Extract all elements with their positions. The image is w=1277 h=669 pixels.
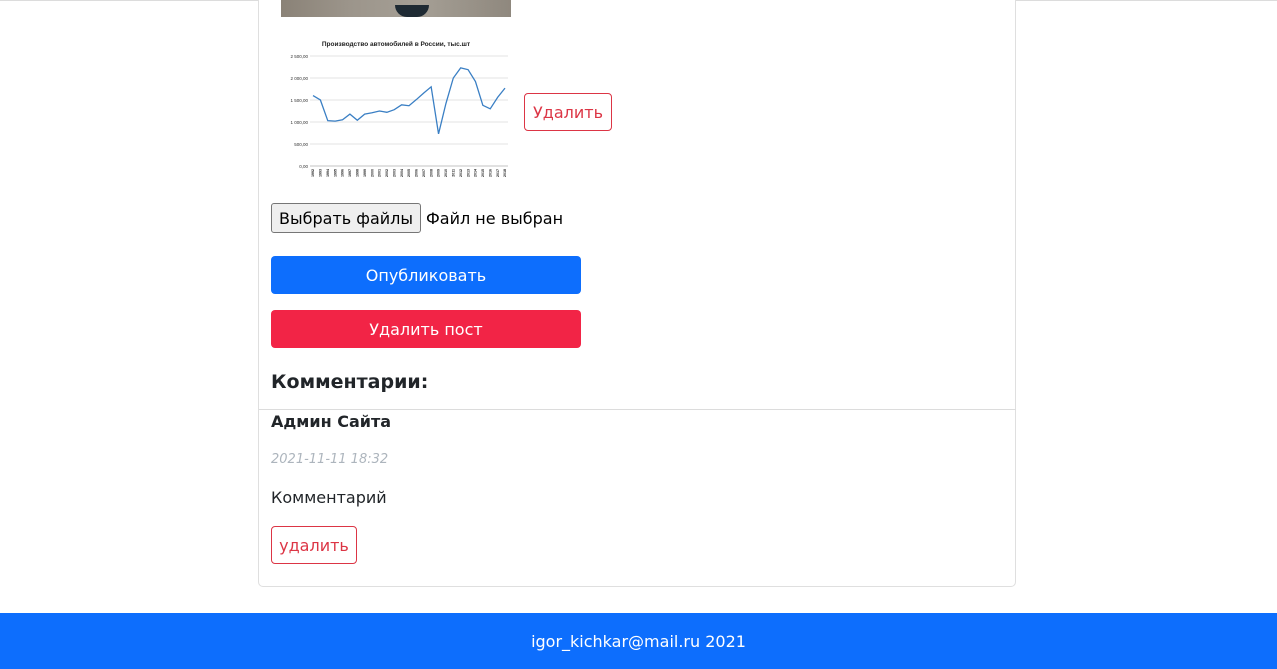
chart-y-tick-label: 0,00 [299, 164, 308, 169]
chart-x-tick-label: 2010 [444, 169, 448, 177]
file-status-label: Файл не выбран [426, 208, 564, 228]
delete-post-button[interactable]: Удалить пост [271, 310, 581, 348]
chart-x-tick-label: 1999 [363, 169, 367, 177]
chart-x-tick-label: 1994 [326, 169, 330, 177]
chart-y-tick-label: 2 500,00 [290, 54, 308, 59]
page: Производство автомобилей в России, тыс.ш… [0, 0, 1277, 669]
chart-x-tick-label: 2002 [385, 169, 389, 177]
chart-x-tick-label: 2012 [459, 169, 463, 177]
chart-x-tick-label: 2017 [496, 169, 500, 177]
publish-button[interactable]: Опубликовать [271, 256, 581, 294]
chart-svg: Производство автомобилей в России, тыс.ш… [290, 40, 508, 177]
chart-x-tick-label: 1996 [341, 169, 345, 177]
chart-x-tick-label: 2003 [392, 169, 396, 177]
chart-x-tick-label: 1993 [319, 169, 323, 177]
chart-x-tick-label: 2006 [415, 169, 419, 177]
chart-x-tick-label: 2013 [466, 169, 470, 177]
chart-title: Производство автомобилей в России, тыс.ш… [322, 40, 470, 48]
chart-x-tick-label: 1997 [348, 169, 352, 177]
chart-x-tick-label: 2004 [400, 169, 404, 177]
chart-x-ticks: 1992 1993 1994 1995 1996 1997 1998 1999 2000 2001… [311, 169, 507, 177]
chart-x-tick-label: 2009 [437, 169, 441, 177]
chart-x-tick-label: 1995 [333, 169, 337, 177]
choose-files-button[interactable]: Выбрать файлы [271, 203, 422, 233]
chart-y-tick-label: 2 000,00 [290, 76, 308, 81]
photo-object [395, 5, 429, 17]
chart-x-tick-label: 2007 [422, 169, 426, 177]
chart-x-tick-label: 2011 [452, 169, 456, 177]
delete-comment-button[interactable]: удалить [271, 526, 357, 564]
comment-date: 2021-11-11 18:32 [271, 452, 389, 467]
footer-text: igor_kichkar@mail.ru 2021 [531, 631, 746, 651]
attached-image-chart: Производство автомобилей в России, тыс.ш… [281, 35, 511, 187]
comments-divider [259, 409, 1016, 410]
chart-y-ticks: 2 500,00 2 000,00 1 500,00 1 000,00 500,00 0,… [290, 54, 308, 169]
chart-x-tick-label: 2008 [429, 169, 433, 177]
chart-y-tick-label: 500,00 [294, 142, 308, 147]
chart-x-tick-label: 1998 [356, 169, 360, 177]
file-input[interactable]: Выбрать файлы Файл не выбран [271, 203, 563, 233]
comment-text: Комментарий [271, 488, 387, 507]
remove-image-button[interactable]: Удалить [524, 93, 612, 131]
chart-gridlines [310, 55, 508, 167]
chart-x-tick-label: 2005 [407, 169, 411, 177]
chart-x-tick-label: 2016 [488, 169, 492, 177]
chart-x-tick-label: 2001 [378, 169, 382, 177]
chart-x-tick-label: 2000 [370, 169, 374, 177]
chart-x-tick-label: 2018 [503, 169, 507, 177]
chart-x-tick-label: 2014 [474, 169, 478, 177]
chart-y-tick-label: 1 000,00 [290, 120, 308, 125]
footer: igor_kichkar@mail.ru 2021 [0, 613, 1277, 669]
attached-image-photo [281, 0, 511, 17]
comment-author: Админ Сайта [271, 412, 392, 431]
comments-heading: Комментарии: [271, 371, 429, 393]
chart-x-tick-label: 2015 [481, 169, 485, 177]
chart-y-tick-label: 1 500,00 [290, 98, 308, 103]
chart-x-tick-label: 1992 [311, 169, 315, 177]
